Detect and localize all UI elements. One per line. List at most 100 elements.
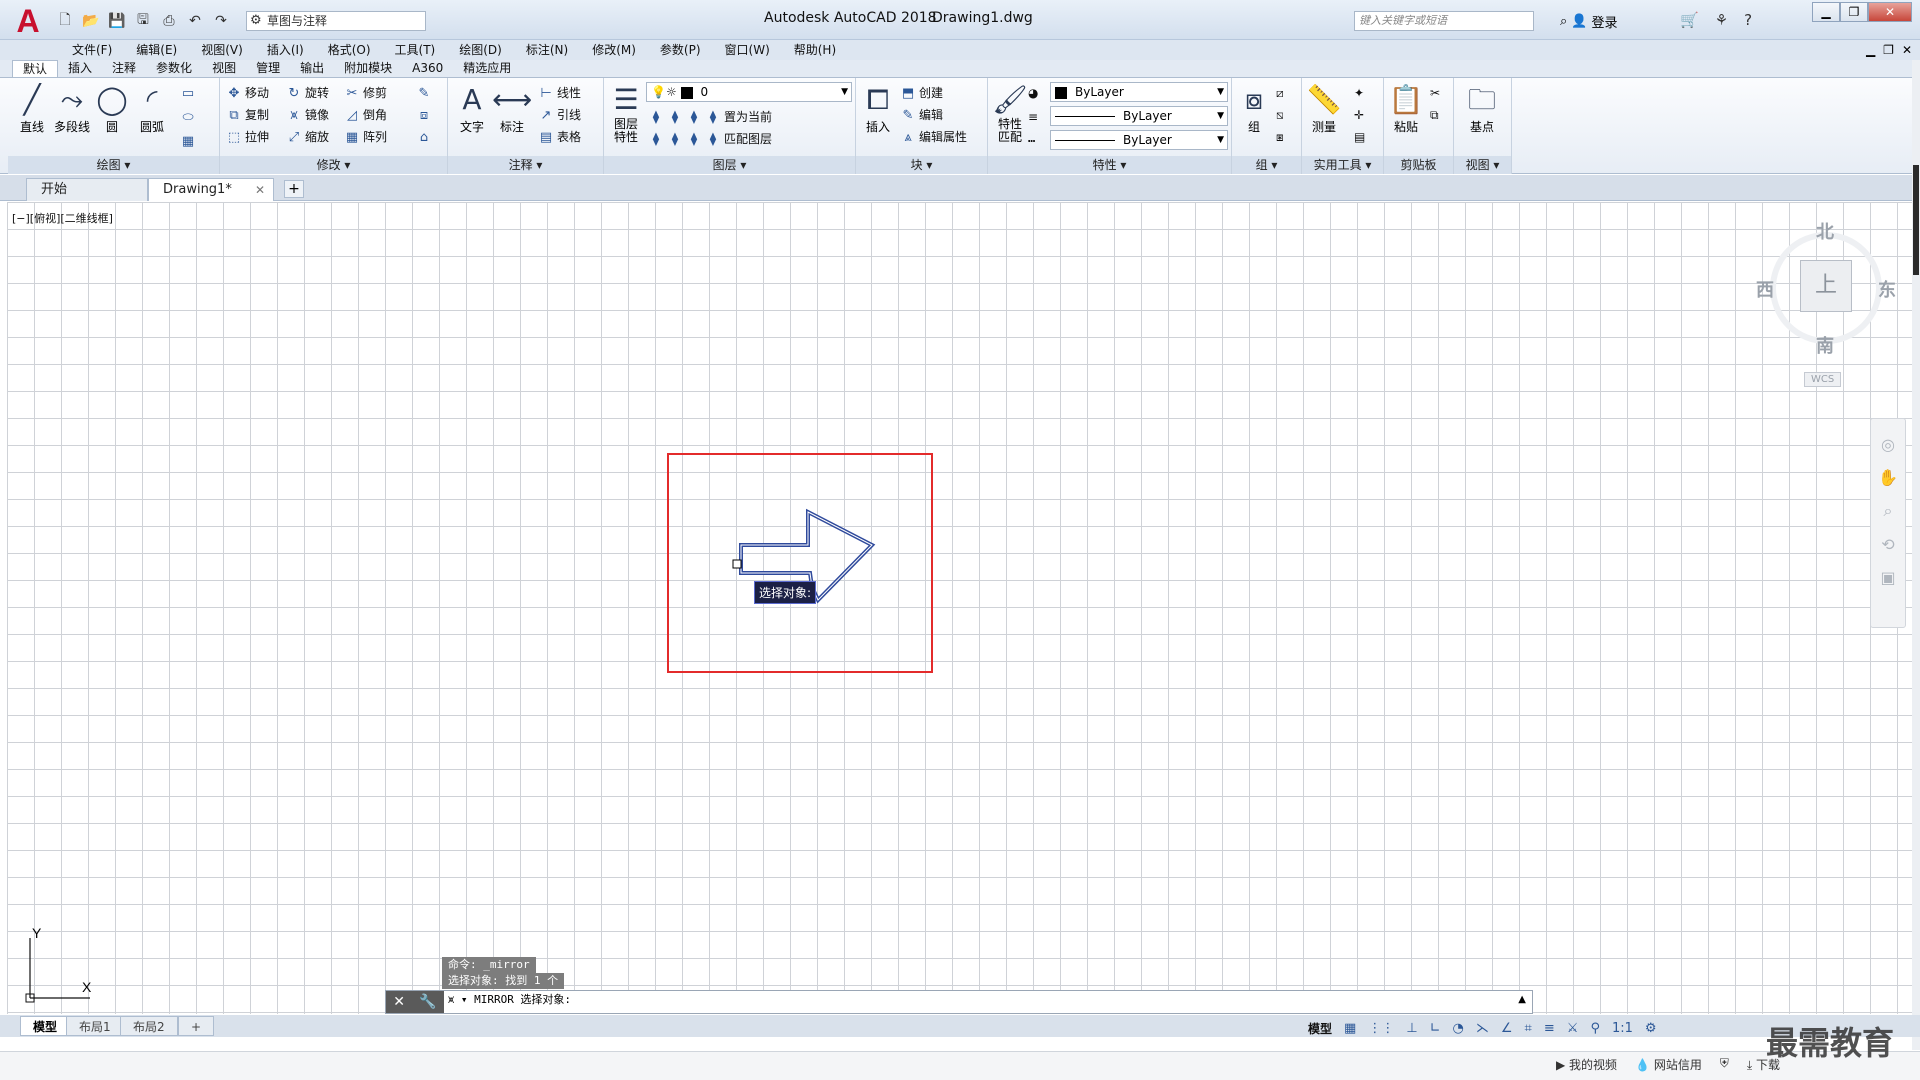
tab-manage[interactable]: 管理 bbox=[246, 60, 290, 77]
leader-button[interactable]: ↗ 引线 bbox=[538, 104, 581, 126]
stretch-button[interactable]: ⬚ 拉伸 bbox=[226, 126, 269, 148]
array-button[interactable]: ▦ 阵列 bbox=[344, 126, 387, 148]
group-edit-icon[interactable]: ⧅ bbox=[1276, 104, 1284, 126]
annotation-scale-value[interactable]: 1:1 bbox=[1612, 1021, 1633, 1036]
viewcube-north[interactable]: 北 bbox=[1816, 218, 1834, 244]
menu-modify[interactable]: 修改(M) bbox=[580, 40, 648, 60]
grid-icon[interactable]: ▦ bbox=[1344, 1021, 1356, 1036]
save-icon[interactable]: 💾 bbox=[106, 10, 128, 32]
tab-annotate[interactable]: 注释 bbox=[102, 60, 146, 77]
explode-button[interactable]: ⌂ bbox=[416, 126, 435, 148]
panel-draw-title[interactable]: 绘图 ▾ bbox=[8, 156, 219, 174]
cut-icon[interactable]: ✂ bbox=[1430, 82, 1440, 104]
cart-icon[interactable]: 🛒 bbox=[1680, 11, 1699, 29]
move-button[interactable]: ✥ 移动 bbox=[226, 82, 269, 104]
panel-groups-title[interactable]: 组 ▾ bbox=[1232, 156, 1301, 174]
exchange-icon[interactable]: ⚘ bbox=[1715, 11, 1728, 29]
gear-icon[interactable]: ⚙ bbox=[1645, 1021, 1657, 1036]
linetype-select[interactable]: ByLayer ▼ bbox=[1050, 130, 1228, 150]
signin-button[interactable]: ⌕ 👤 登录 bbox=[1560, 11, 1617, 31]
viewcube[interactable]: 北 西 东 南 上 WCS bbox=[1756, 218, 1896, 398]
group-button[interactable]: ⧇ 组 bbox=[1234, 82, 1274, 135]
trim-button[interactable]: ✂ 修剪 bbox=[344, 82, 387, 104]
polar-icon[interactable]: ◔ bbox=[1453, 1021, 1464, 1036]
tab-output[interactable]: 输出 bbox=[290, 60, 334, 77]
ungroup-icon[interactable]: ⧄ bbox=[1276, 82, 1284, 104]
erase-button[interactable]: ✎ bbox=[416, 82, 435, 104]
open-file-icon[interactable]: 📂 bbox=[80, 10, 102, 32]
maximize-icon[interactable]: ❐ bbox=[1840, 2, 1868, 22]
layer-tools-row1[interactable]: ⧫ ⧫ ⧫ ⧫ 置为当前 bbox=[648, 106, 772, 128]
menu-insert[interactable]: 插入(I) bbox=[255, 40, 316, 60]
video-link[interactable]: ▶ 我的视频 bbox=[1556, 1056, 1617, 1073]
workspace-select[interactable]: ⚙ 草图与注释 bbox=[246, 11, 426, 31]
infer-constraints-icon[interactable]: ⊥ bbox=[1406, 1021, 1417, 1036]
viewport-controls[interactable]: [−][俯视][二维线框] bbox=[12, 210, 113, 226]
rectangle-button[interactable]: ▭ bbox=[180, 82, 199, 104]
calculator-icon[interactable]: ▤ bbox=[1354, 126, 1365, 148]
hatch-button[interactable]: ▦ bbox=[180, 130, 199, 152]
menu-help[interactable]: 帮助(H) bbox=[782, 40, 848, 60]
close-icon[interactable]: ✕ bbox=[1868, 2, 1912, 22]
redo-icon[interactable]: ↷ bbox=[210, 10, 232, 32]
panel-modify-title[interactable]: 修改 ▾ bbox=[220, 156, 447, 174]
new-tab-button[interactable]: + bbox=[284, 180, 304, 198]
binoculars-icon[interactable]: ⌕ bbox=[1560, 14, 1567, 29]
layer-select[interactable]: 💡☼ 0 ▼ bbox=[646, 82, 852, 102]
menu-parametric[interactable]: 参数(P) bbox=[648, 40, 713, 60]
minimize-icon[interactable]: ▁ bbox=[1812, 2, 1840, 22]
command-line[interactable]: ✕ 🔧 ⩙ ▾ MIRROR 选择对象: ▲ bbox=[385, 990, 1533, 1014]
otrack-icon[interactable]: ∠ bbox=[1501, 1021, 1513, 1036]
close-icon[interactable]: ✕ bbox=[393, 994, 405, 1010]
zoom-icon[interactable]: ⌕ bbox=[1884, 501, 1893, 521]
ellipse-button[interactable]: ⬭ bbox=[180, 106, 199, 128]
tab-layout2[interactable]: 布局2 bbox=[120, 1016, 178, 1036]
panel-clipboard-title[interactable]: 剪贴板 bbox=[1384, 156, 1453, 174]
tab-start[interactable]: 开始 bbox=[26, 178, 148, 201]
copy-clip-icon[interactable]: ⧉ bbox=[1430, 104, 1439, 126]
measure-button[interactable]: 📏 测量 bbox=[1304, 82, 1344, 135]
autocad-logo-icon[interactable]: A bbox=[8, 4, 48, 38]
paste-button[interactable]: 📋 粘贴 bbox=[1386, 82, 1426, 135]
shield-icon[interactable]: ⛨ bbox=[1720, 1056, 1729, 1073]
command-prompt[interactable]: ⩙ ▾ MIRROR 选择对象: bbox=[448, 991, 571, 1013]
osnap-icon[interactable]: ⋋ bbox=[1476, 1021, 1489, 1036]
panel-utilities-title[interactable]: 实用工具 ▾ bbox=[1302, 156, 1383, 174]
add-layout-button[interactable]: + bbox=[178, 1016, 215, 1036]
panel-view-title[interactable]: 视图 ▾ bbox=[1454, 156, 1511, 174]
group-select-icon[interactable]: ⧆ bbox=[1276, 126, 1284, 148]
tab-addins[interactable]: 附加模块 bbox=[334, 60, 402, 77]
lineweight-select[interactable]: ByLayer ▼ bbox=[1050, 106, 1228, 126]
tab-layout1[interactable]: 布局1 bbox=[66, 1016, 124, 1036]
circle-button[interactable]: ◯ 圆 bbox=[92, 82, 132, 135]
wrench-icon[interactable]: 🔧 bbox=[419, 994, 436, 1010]
tab-parametric[interactable]: 参数化 bbox=[146, 60, 202, 77]
help-icon[interactable]: ? bbox=[1744, 11, 1752, 29]
linear-button[interactable]: ⊢ 线性 bbox=[538, 82, 581, 104]
color-select[interactable]: ByLayer ▼ bbox=[1050, 82, 1228, 102]
fillet-button[interactable]: ◿ 倒角 bbox=[344, 104, 387, 126]
steering-wheel-icon[interactable]: ◎ bbox=[1881, 435, 1895, 454]
mirror-button[interactable]: ⩙ 镜像 bbox=[286, 104, 329, 126]
new-file-icon[interactable]: 🗋 bbox=[54, 10, 76, 32]
table-button[interactable]: ▤ 表格 bbox=[538, 126, 581, 148]
text-button[interactable]: A 文字 bbox=[452, 82, 492, 135]
menu-dimension[interactable]: 标注(N) bbox=[514, 40, 580, 60]
match-properties-button[interactable]: 🖌 特性 匹配 bbox=[990, 82, 1030, 144]
offset-button[interactable]: ⧈ bbox=[416, 104, 435, 126]
menu-format[interactable]: 格式(O) bbox=[316, 40, 383, 60]
viewcube-west[interactable]: 西 bbox=[1756, 276, 1774, 302]
doc-restore-icon[interactable]: ❐ bbox=[1883, 43, 1894, 57]
rotate-button[interactable]: ↻ 旋转 bbox=[286, 82, 329, 104]
menu-tools[interactable]: 工具(T) bbox=[383, 40, 448, 60]
wcs-menu[interactable]: WCS bbox=[1804, 372, 1842, 387]
polyline-button[interactable]: ⤳ 多段线 bbox=[52, 82, 92, 135]
quick-select-icon[interactable]: ✦ bbox=[1354, 82, 1364, 104]
orbit-icon[interactable]: ⟲ bbox=[1881, 535, 1894, 554]
viewcube-east[interactable]: 东 bbox=[1878, 276, 1896, 302]
dimension-button[interactable]: ⟷ 标注 bbox=[492, 82, 532, 135]
model-space-button[interactable]: 模型 bbox=[1308, 1020, 1332, 1037]
doc-close-icon[interactable]: ✕ bbox=[1902, 43, 1912, 57]
vertical-scrollbar[interactable] bbox=[1912, 60, 1920, 1050]
dynamic-ucs-icon[interactable]: ⌗ bbox=[1525, 1021, 1532, 1036]
